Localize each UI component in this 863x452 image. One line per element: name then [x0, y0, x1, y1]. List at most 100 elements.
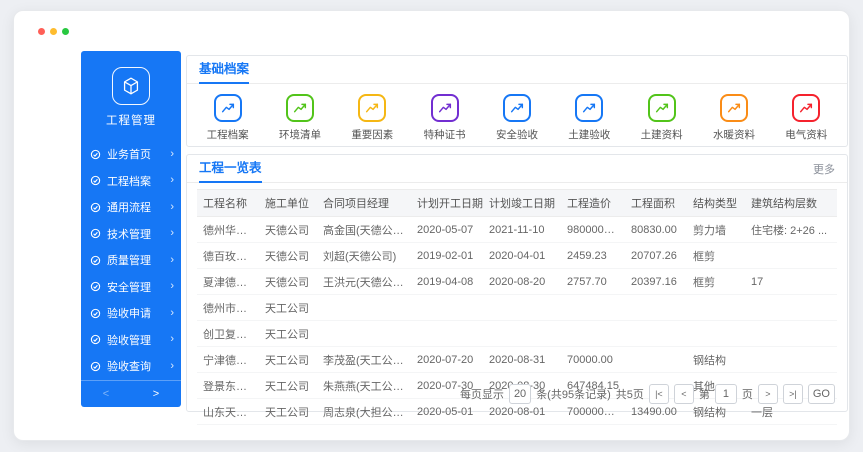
app-title: 工程管理 [81, 112, 181, 128]
records-count-label: 条(共95条记录) [536, 386, 611, 402]
shortcut-5[interactable]: 安全验收 [494, 94, 539, 142]
sidebar-item-5[interactable]: 质量管理› [81, 247, 181, 274]
maximize-window-button[interactable] [62, 28, 69, 35]
table-cell: 周志泉(大担公司) [317, 399, 411, 425]
table-cell [745, 321, 837, 347]
table-row[interactable]: 创卫复审...天工公司 [197, 321, 837, 347]
go-button[interactable]: GO [808, 384, 835, 404]
project-table-title[interactable]: 工程一览表 [199, 155, 262, 183]
table-cell: 天工公司 [259, 295, 317, 321]
table-cell: 刘超(天德公司) [317, 243, 411, 269]
sidebar-item-1[interactable]: 业务首页› [81, 141, 181, 168]
table-cell: 20397.16 [625, 269, 687, 295]
column-header: 工程名称 [197, 190, 259, 217]
table-cell: 住宅楼: 2+26 ... [745, 217, 837, 243]
table-cell: 天德公司 [259, 217, 317, 243]
shortcut-6[interactable]: 土建验收 [567, 94, 612, 142]
table-cell: 2019-02-01 [411, 243, 483, 269]
minimize-window-button[interactable] [50, 28, 57, 35]
sidebar-item-4[interactable]: 技术管理› [81, 221, 181, 248]
table-cell [483, 295, 561, 321]
prev-page-button[interactable]: < [674, 384, 694, 404]
sidebar-brand: 工程管理 [81, 51, 181, 128]
chevron-right-icon: › [170, 202, 174, 213]
last-page-button[interactable]: >| [783, 384, 803, 404]
table-cell: 山东天翮... [197, 399, 259, 425]
shortcut-3[interactable]: 重要因素 [350, 94, 395, 142]
page-number-input[interactable]: 1 [715, 384, 737, 404]
shortcut-label: 环境清单 [279, 127, 321, 142]
table-cell [317, 295, 411, 321]
table-cell: 17 [745, 269, 837, 295]
basic-archive-header: 基础档案 [187, 56, 847, 84]
shortcut-9[interactable]: 电气资料 [784, 94, 829, 142]
first-page-button[interactable]: |< [649, 384, 669, 404]
sidebar-item-2[interactable]: 工程档案› [81, 168, 181, 195]
sidebar-collapse-right-arrow[interactable]: > [145, 388, 167, 400]
table-cell: 王洪元(天德公司) [317, 269, 411, 295]
table-row[interactable]: 夏津德百...天德公司王洪元(天德公司)2019-04-082020-08-20… [197, 269, 837, 295]
chart-icon [720, 94, 748, 122]
sidebar-item-6[interactable]: 安全管理› [81, 274, 181, 301]
shortcut-2[interactable]: 环境清单 [277, 94, 322, 142]
table-cell: 2459.23 [561, 243, 625, 269]
app-window: 工程管理 业务首页›工程档案›通用流程›技术管理›质量管理›安全管理›验收申请›… [13, 10, 850, 441]
sidebar-item-7[interactable]: 验收申请› [81, 300, 181, 327]
table-cell: 2020-07-20 [411, 347, 483, 373]
sidebar: 工程管理 业务首页›工程档案›通用流程›技术管理›质量管理›安全管理›验收申请›… [81, 51, 181, 407]
shortcut-7[interactable]: 土建资料 [639, 94, 684, 142]
table-cell: 天工公司 [259, 347, 317, 373]
table-cell: 框剪 [687, 243, 745, 269]
table-cell: 2019-04-08 [411, 269, 483, 295]
table-cell: 80830.00 [625, 217, 687, 243]
page-prefix-label: 第 [699, 386, 710, 402]
menu-item-label: 验收申请 [107, 305, 170, 321]
menu-item-icon [90, 148, 102, 160]
table-cell: 李茂盈(天工公司) [317, 347, 411, 373]
table-row[interactable]: 宁津德百...天工公司李茂盈(天工公司)2020-07-202020-08-31… [197, 347, 837, 373]
chevron-right-icon: › [170, 308, 174, 319]
chart-icon [575, 94, 603, 122]
table-cell [745, 295, 837, 321]
chevron-right-icon: › [170, 334, 174, 345]
table-cell: 2021-11-10 [483, 217, 561, 243]
sidebar-collapse-left-arrow[interactable]: < [95, 388, 117, 400]
close-window-button[interactable] [38, 28, 45, 35]
project-table-panel: 工程一览表 更多 工程名称施工单位合同项目经理计划开工日期计划竣工日期工程造价工… [186, 154, 848, 412]
next-page-button[interactable]: > [758, 384, 778, 404]
basic-archive-panel: 基础档案 工程档案环境清单 重要因素特种证书 安全验收 土建验收土建资料水暖资料电气资… [186, 55, 848, 147]
table-cell [411, 295, 483, 321]
table-cell: 德百玫瑰... [197, 243, 259, 269]
shortcut-8[interactable]: 水暖资料 [711, 94, 756, 142]
chevron-right-icon: › [170, 149, 174, 160]
per-page-select[interactable]: 20 [509, 384, 531, 404]
shortcut-4[interactable]: 特种证书 [422, 94, 467, 142]
menu-item-label: 安全管理 [107, 279, 170, 295]
table-row[interactable]: 德州华耀...天德公司高金国(天德公司)2020-05-072021-11-10… [197, 217, 837, 243]
table-cell [561, 295, 625, 321]
chart-icon [214, 94, 242, 122]
sidebar-item-9[interactable]: 验收查询› [81, 353, 181, 380]
table-row[interactable]: 德州市的...天工公司 [197, 295, 837, 321]
shortcut-label: 特种证书 [424, 127, 466, 142]
shortcut-label: 安全验收 [496, 127, 538, 142]
chevron-right-icon: › [170, 255, 174, 266]
basic-archive-title[interactable]: 基础档案 [199, 56, 249, 84]
column-header: 结构类型 [687, 190, 745, 217]
more-link[interactable]: 更多 [813, 161, 835, 177]
sidebar-item-8[interactable]: 验收管理› [81, 327, 181, 354]
sidebar-item-3[interactable]: 通用流程› [81, 194, 181, 221]
menu-item-label: 验收查询 [107, 358, 170, 374]
table-cell: 夏津德百... [197, 269, 259, 295]
chart-icon [792, 94, 820, 122]
table-row[interactable]: 德百玫瑰...天德公司刘超(天德公司)2019-02-012020-04-012… [197, 243, 837, 269]
shortcut-1[interactable]: 工程档案 [205, 94, 250, 142]
table-cell: 2757.70 [561, 269, 625, 295]
chevron-right-icon: › [170, 228, 174, 239]
table-cell: 98000000... [561, 217, 625, 243]
column-header: 工程面积 [625, 190, 687, 217]
chart-icon [648, 94, 676, 122]
page-suffix-label: 页 [742, 386, 753, 402]
table-cell: 天工公司 [259, 399, 317, 425]
table-cell [625, 321, 687, 347]
